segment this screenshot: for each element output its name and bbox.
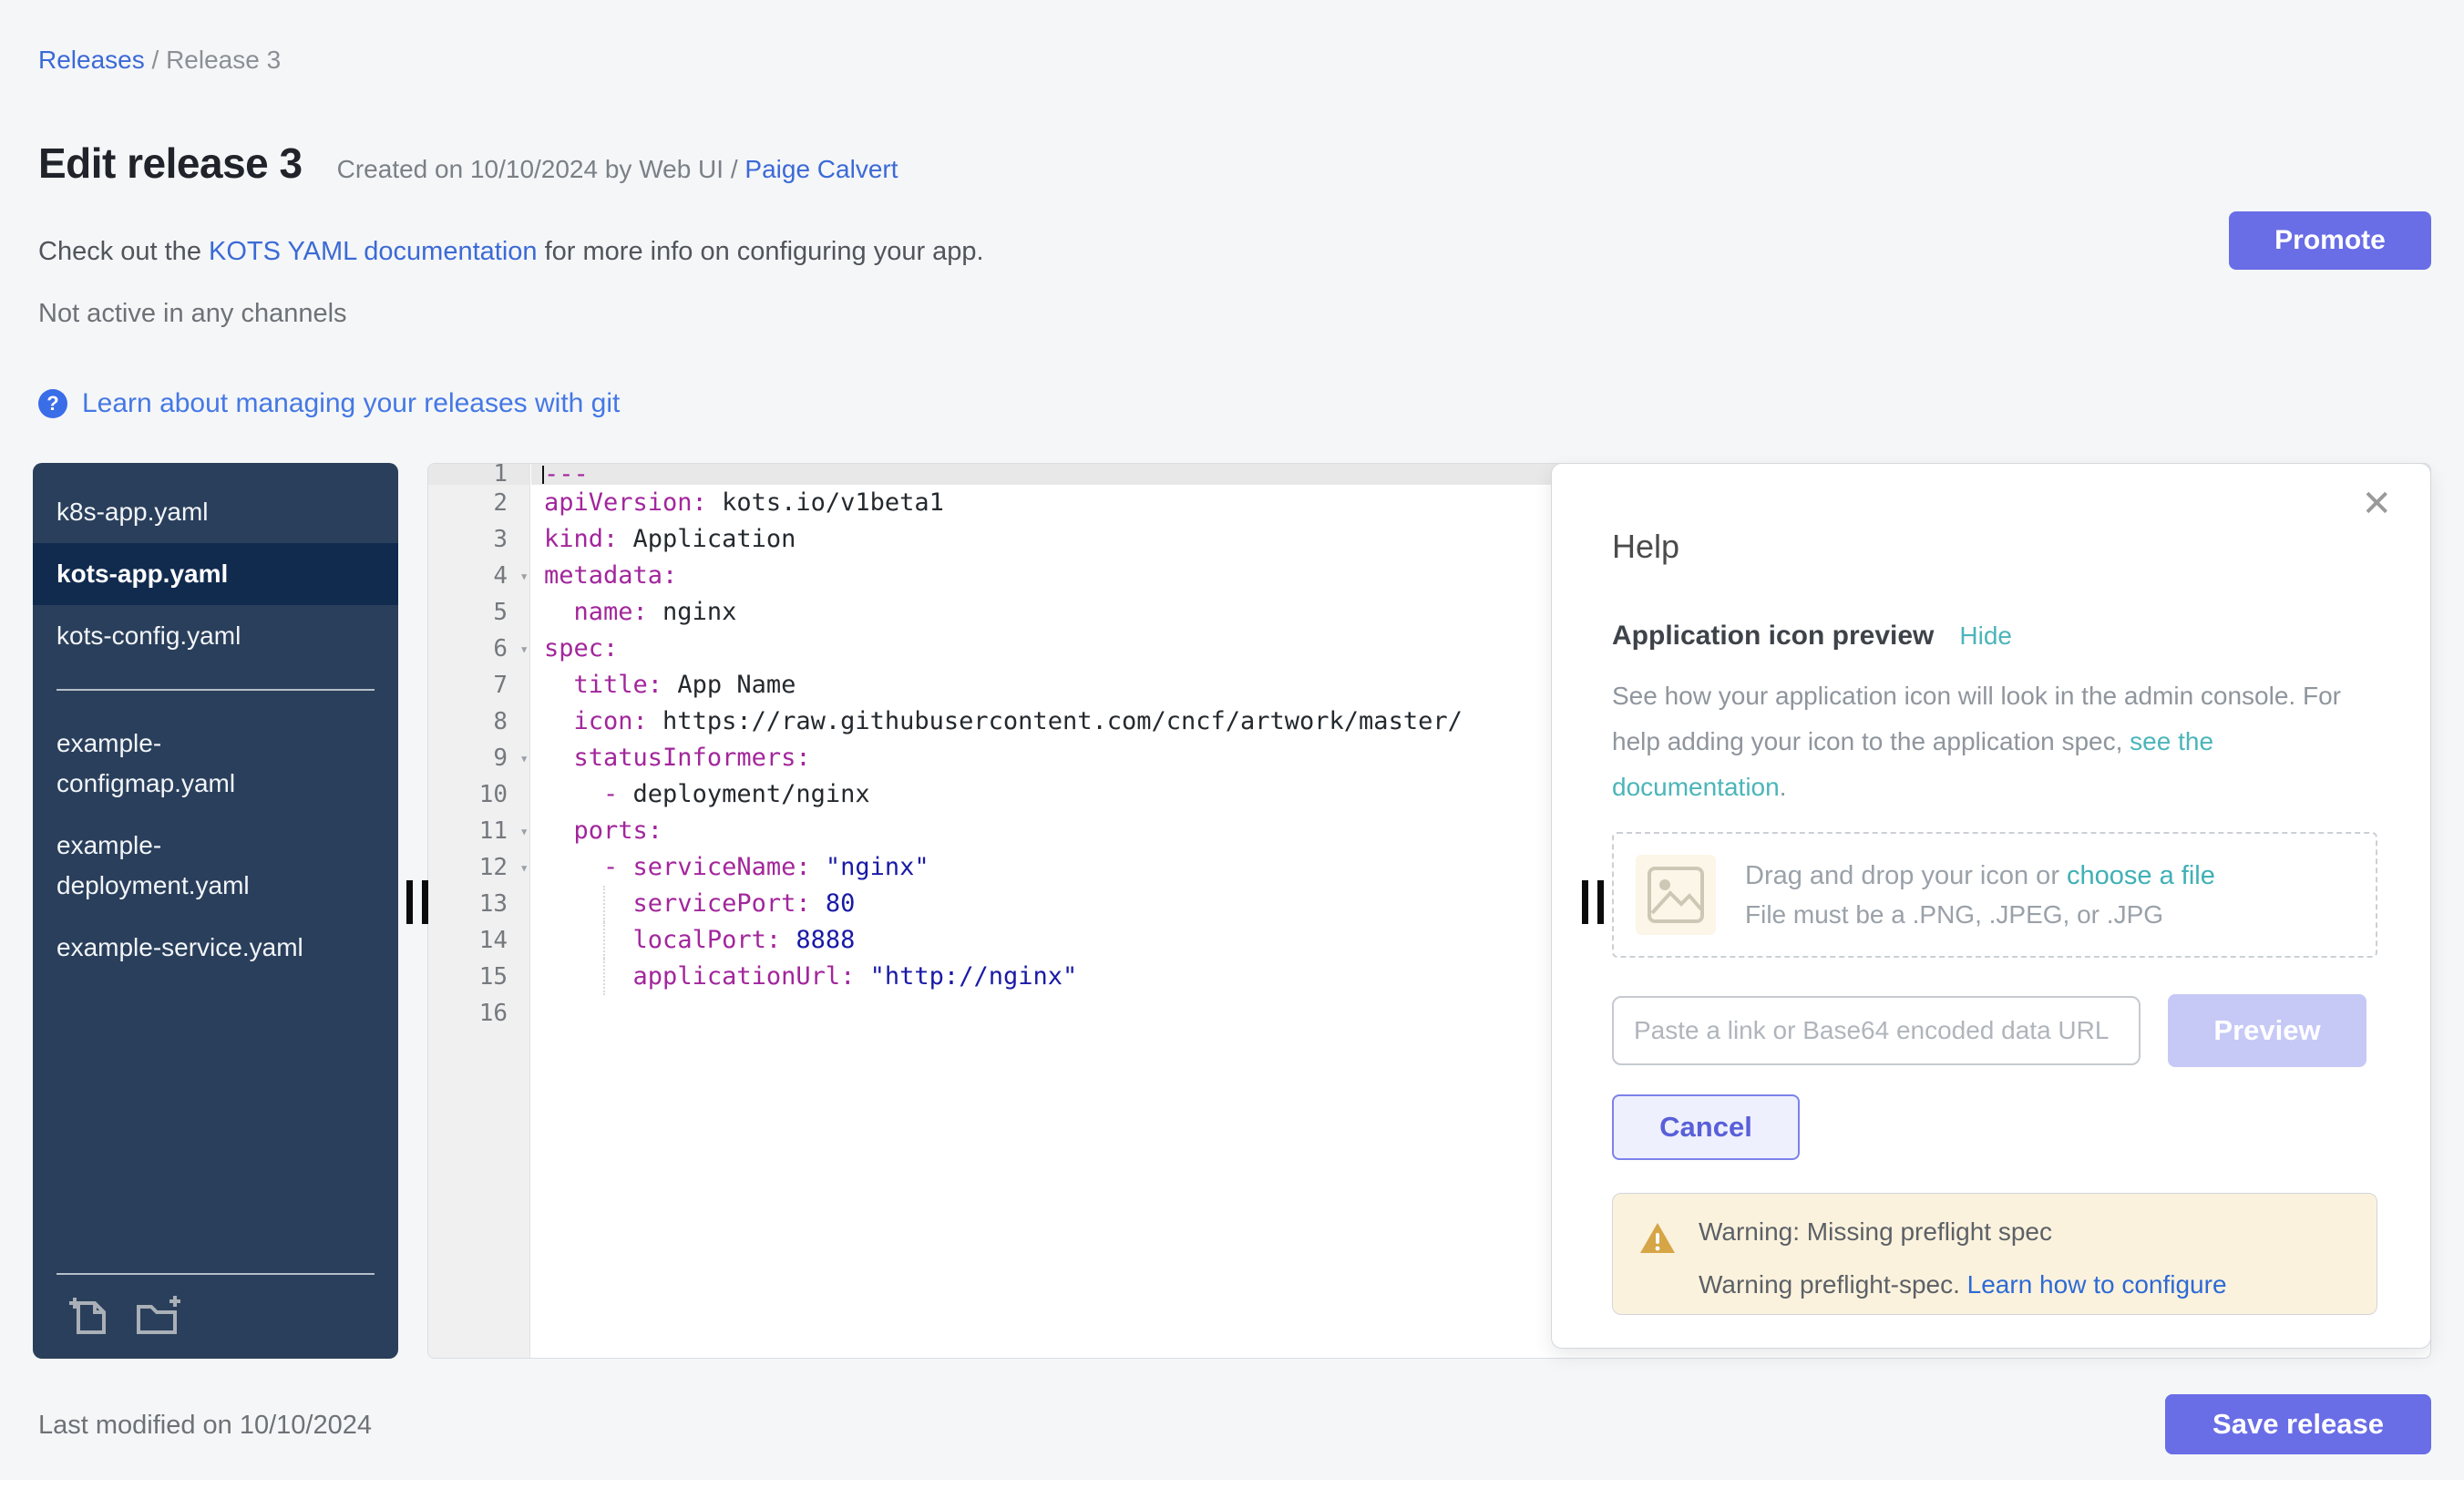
description-text: See how your application icon will look …: [1612, 682, 2341, 755]
help-title: Help: [1612, 528, 2377, 566]
fold-arrow-icon[interactable]: ▾: [519, 752, 529, 766]
gutter-line-14: 14: [428, 922, 529, 959]
fold-arrow-icon[interactable]: ▾: [519, 642, 529, 657]
gutter-line-4: 4▾: [428, 558, 529, 594]
gutter-line-7: 7: [428, 667, 529, 703]
gutter-line-15: 15: [428, 959, 529, 995]
channel-status: Not active in any channels: [38, 299, 347, 329]
preview-button[interactable]: Preview: [2168, 994, 2366, 1067]
sidebar-bottom-divider: [56, 1273, 375, 1275]
icon-preview-description: See how your application icon will look …: [1612, 673, 2359, 810]
git-releases-link[interactable]: Learn about managing your releases with …: [82, 388, 620, 419]
file-sidebar: k8s-app.yamlkots-app.yamlkots-config.yam…: [33, 463, 398, 1359]
title-row: Edit release 3 Created on 10/10/2024 by …: [38, 139, 898, 188]
last-modified-text: Last modified on 10/10/2024: [38, 1411, 372, 1441]
file-type-rule: File must be a .PNG, .JPEG, or .JPG: [1745, 900, 2215, 929]
text-cursor: [542, 466, 544, 484]
gutter-line-3: 3: [428, 521, 529, 558]
gutter-line-13: 13: [428, 886, 529, 922]
git-help-row: ? Learn about managing your releases wit…: [38, 388, 620, 419]
kots-docs-link[interactable]: KOTS YAML documentation: [209, 237, 538, 266]
icon-drop-zone[interactable]: Drag and drop your icon or choose a file…: [1612, 832, 2377, 958]
gutter-line-16: 16: [428, 995, 529, 1032]
docs-suffix: for more info on configuring your app.: [538, 237, 984, 266]
editor-gutter: 1234▾56▾789▾1011▾12▾13141516: [428, 464, 530, 1358]
save-release-button[interactable]: Save release: [2165, 1394, 2431, 1454]
breadcrumb-releases-link[interactable]: Releases: [38, 46, 145, 74]
close-icon[interactable]: ✕: [2361, 486, 2392, 522]
file-item-example-service.yaml[interactable]: example-service.yaml: [33, 917, 398, 979]
fold-arrow-icon[interactable]: ▾: [519, 861, 529, 876]
gutter-line-5: 5: [428, 594, 529, 631]
docs-row: Check out the KOTS YAML documentation fo…: [38, 237, 984, 267]
help-section-row: Application icon preview Hide: [1612, 621, 2377, 652]
add-file-icon[interactable]: [67, 1294, 111, 1342]
icon-url-row: Preview: [1612, 994, 2377, 1067]
gutter-line-9: 9▾: [428, 740, 529, 776]
drop-instruction: Drag and drop your icon or: [1745, 861, 2067, 890]
gutter-line-1: 1: [428, 464, 529, 485]
bottom-strip: [0, 1480, 2464, 1489]
file-list: k8s-app.yamlkots-app.yamlkots-config.yam…: [33, 481, 398, 979]
gutter-line-6: 6▾: [428, 631, 529, 667]
indent-guide: [603, 922, 605, 959]
author-link[interactable]: Paige Calvert: [744, 155, 898, 183]
breadcrumb: Releases / Release 3: [38, 46, 281, 75]
learn-configure-link[interactable]: Learn how to configure: [1967, 1270, 2227, 1299]
indent-guide: [603, 886, 605, 922]
breadcrumb-separator: /: [145, 46, 166, 74]
choose-file-link[interactable]: choose a file: [2067, 861, 2215, 890]
gutter-line-10: 10: [428, 776, 529, 813]
created-prefix: Created on 10/10/2024 by Web UI /: [337, 155, 745, 183]
warning-detail-text: Warning preflight-spec.: [1699, 1270, 1967, 1299]
image-placeholder-icon: [1636, 855, 1716, 935]
promote-button[interactable]: Promote: [2229, 211, 2431, 270]
gutter-line-11: 11▾: [428, 813, 529, 849]
gutter-line-2: 2: [428, 485, 529, 521]
file-item-k8s-app.yaml[interactable]: k8s-app.yaml: [33, 481, 398, 543]
cancel-button[interactable]: Cancel: [1612, 1094, 1800, 1160]
page-title: Edit release 3: [38, 139, 303, 188]
add-folder-icon[interactable]: [135, 1294, 182, 1342]
warning-triangle-icon: [1638, 1221, 1677, 1260]
warning-detail: Warning preflight-spec. Learn how to con…: [1699, 1270, 2349, 1299]
docs-prefix: Check out the: [38, 237, 209, 266]
indent-guide: [603, 959, 605, 995]
gutter-line-8: 8: [428, 703, 529, 740]
file-item-example-deployment.yaml[interactable]: example-deployment.yaml: [33, 815, 398, 917]
sidebar-divider: [56, 689, 375, 691]
hide-link[interactable]: Hide: [1959, 621, 2012, 651]
preflight-warning-box: Warning: Missing preflight spec Warning …: [1612, 1193, 2377, 1315]
created-text: Created on 10/10/2024 by Web UI / Paige …: [337, 155, 898, 184]
sidebar-resize-handle[interactable]: [406, 880, 428, 924]
file-item-example-configmap.yaml[interactable]: example-configmap.yaml: [33, 713, 398, 815]
file-item-kots-app.yaml[interactable]: kots-app.yaml: [33, 543, 398, 605]
icon-preview-title: Application icon preview: [1612, 621, 1934, 652]
icon-url-input[interactable]: [1612, 996, 2141, 1065]
editor-resize-handle[interactable]: [1582, 880, 1604, 924]
question-circle-icon: ?: [38, 389, 67, 418]
description-period: .: [1780, 773, 1787, 801]
breadcrumb-current: Release 3: [166, 46, 281, 74]
main-area: k8s-app.yamlkots-app.yamlkots-config.yam…: [0, 463, 2464, 1359]
drop-zone-text: Drag and drop your icon or choose a file…: [1745, 861, 2215, 929]
file-item-kots-config.yaml[interactable]: kots-config.yaml: [33, 605, 398, 667]
fold-arrow-icon[interactable]: ▾: [519, 570, 529, 584]
fold-arrow-icon[interactable]: ▾: [519, 825, 529, 839]
help-panel: ✕ Help Application icon preview Hide See…: [1551, 463, 2431, 1349]
gutter-line-12: 12▾: [428, 849, 529, 886]
sidebar-actions: [67, 1294, 182, 1342]
warning-title: Warning: Missing preflight spec: [1699, 1217, 2349, 1247]
